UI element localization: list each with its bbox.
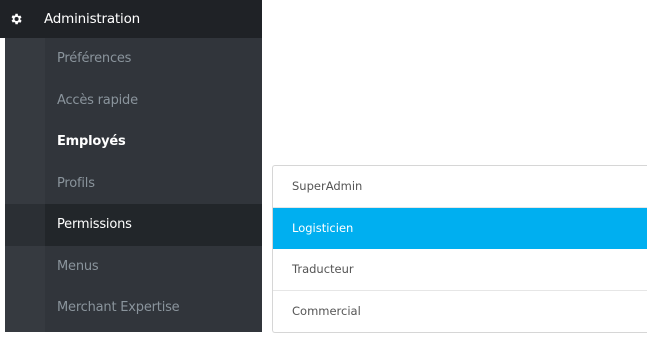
- profile-list: SuperAdmin Logisticien Traducteur Commer…: [272, 165, 647, 333]
- menu-tab-label: Administration: [44, 11, 140, 27]
- submenu-item-profils[interactable]: Profils: [45, 163, 262, 205]
- submenu-gutter: [5, 38, 45, 332]
- submenu-item-permissions[interactable]: Permissions: [45, 204, 262, 246]
- profile-item-logisticien[interactable]: Logisticien: [273, 207, 647, 249]
- submenu-item-menus[interactable]: Menus: [45, 246, 262, 288]
- admin-permissions-view: Administration Préférences Accès rapide …: [0, 0, 647, 340]
- submenu-list: Préférences Accès rapide Employés Profil…: [45, 38, 262, 329]
- profile-item-traducteur[interactable]: Traducteur: [273, 249, 647, 291]
- submenu-item-acces-rapide[interactable]: Accès rapide: [45, 80, 262, 122]
- submenu-gutter-active: [5, 204, 45, 246]
- profile-item-commercial[interactable]: Commercial: [273, 291, 647, 333]
- submenu-item-preferences[interactable]: Préférences: [45, 38, 262, 80]
- profile-item-superadmin[interactable]: SuperAdmin: [273, 166, 647, 208]
- gear-icon: [8, 11, 24, 27]
- menu-tab-administration[interactable]: Administration: [0, 0, 262, 38]
- submenu-item-employes[interactable]: Employés: [45, 121, 262, 163]
- submenu-item-merchant-expertise[interactable]: Merchant Expertise: [45, 287, 262, 329]
